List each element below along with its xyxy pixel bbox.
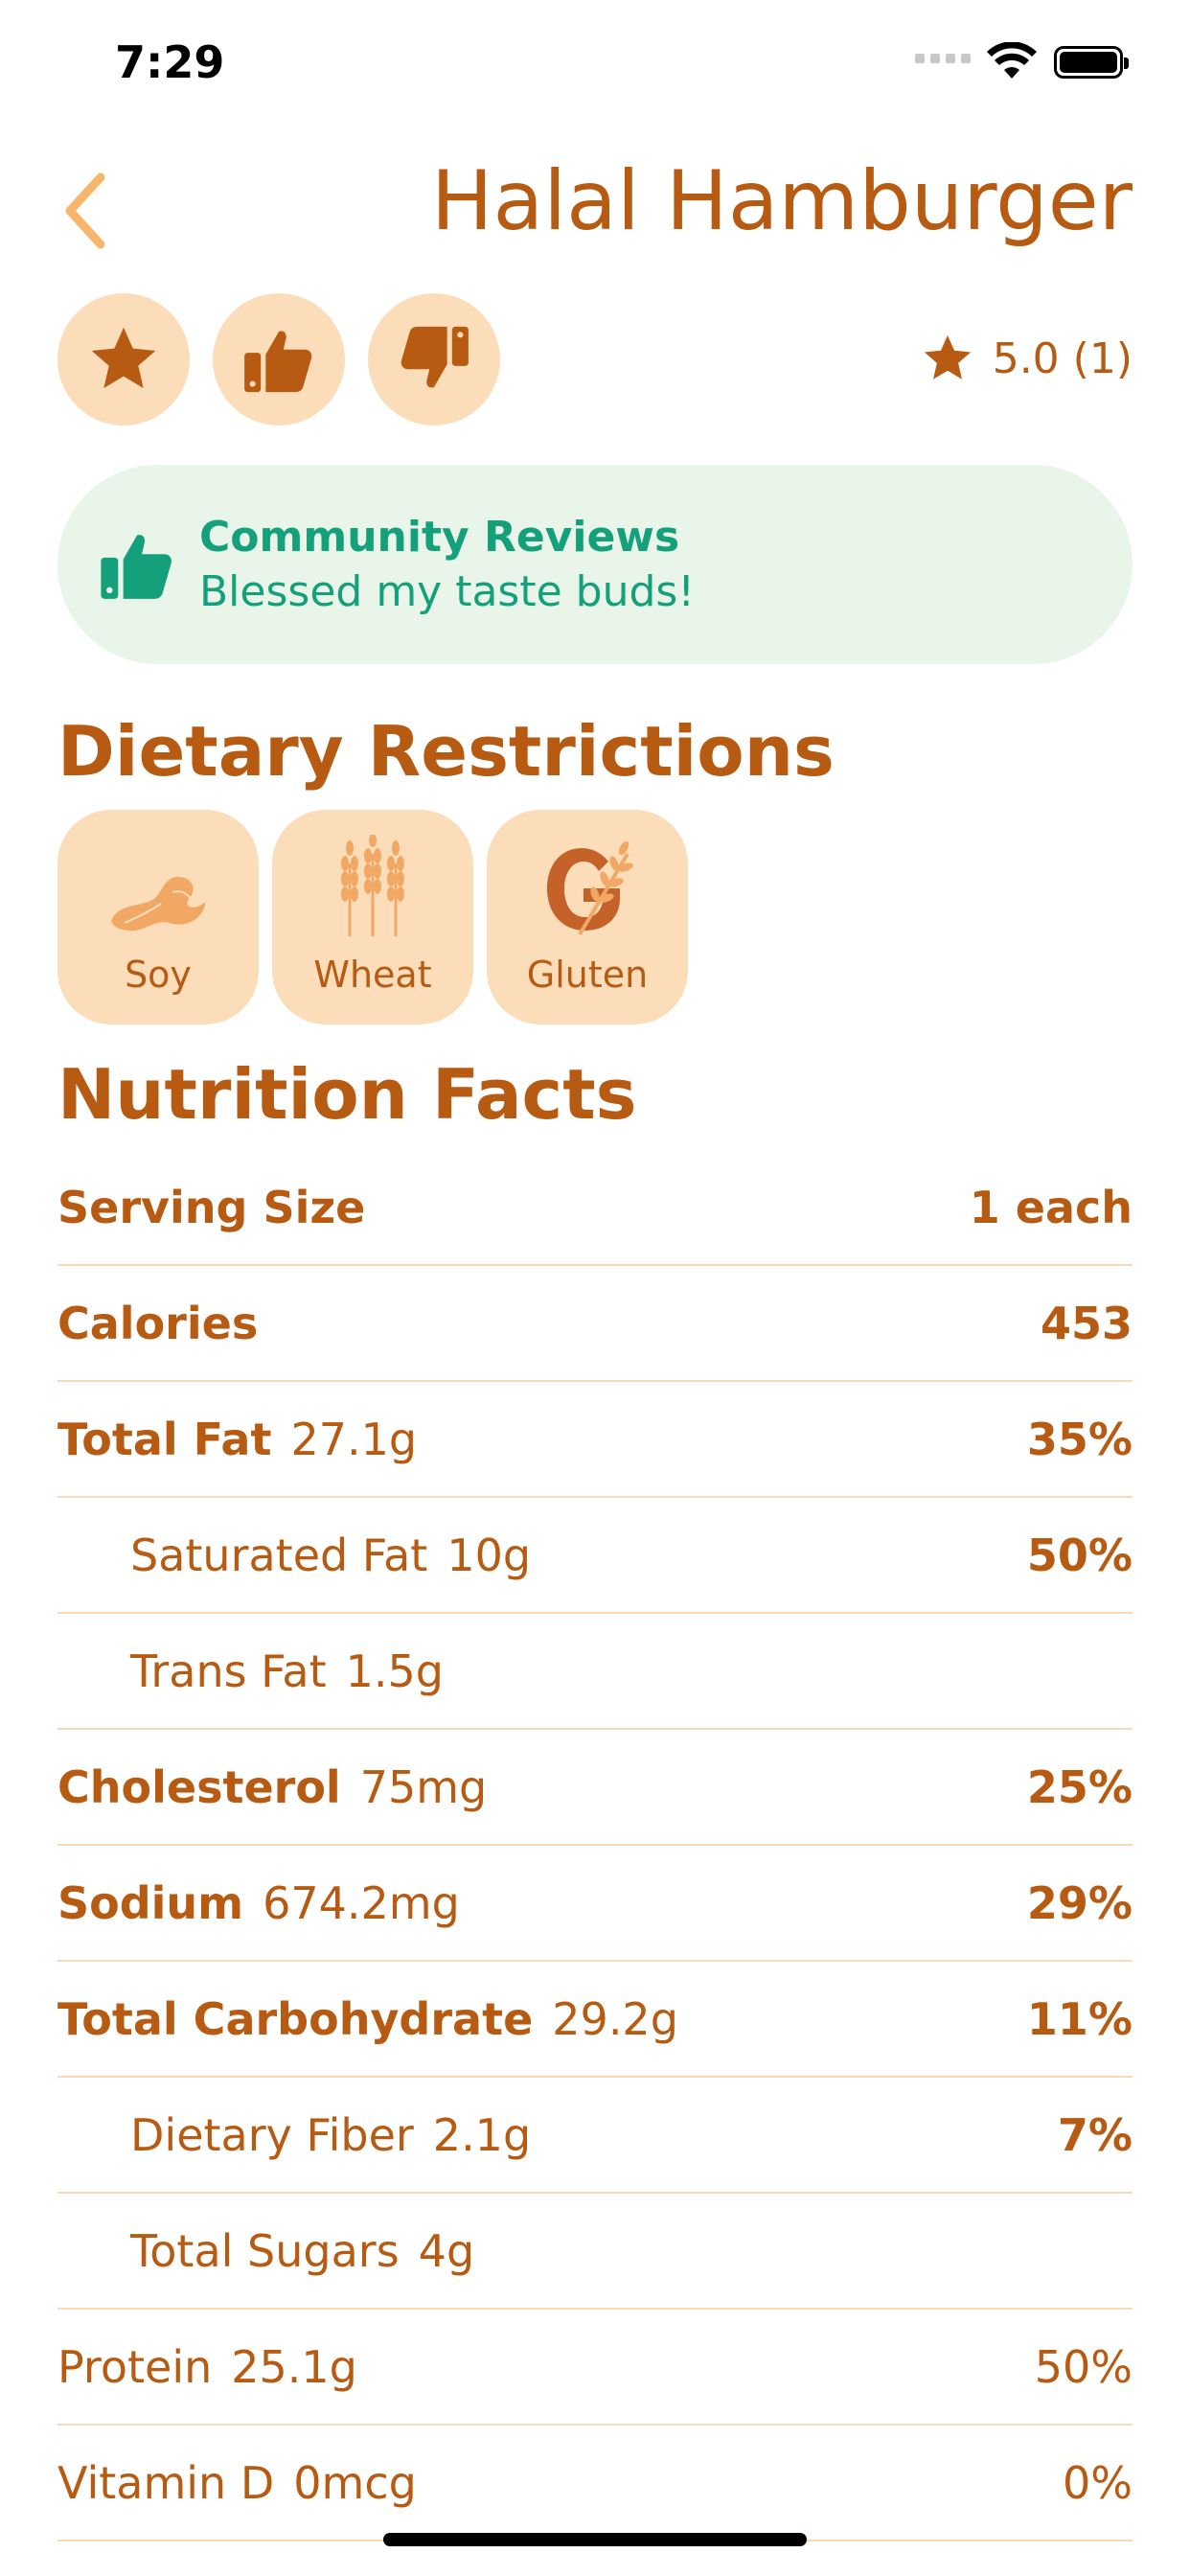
nutrition-row-protein: Protein 25.1g 50%: [57, 2310, 1133, 2426]
nutrient-amount: 2.1g: [432, 2108, 532, 2161]
battery-icon: [1054, 46, 1129, 79]
nutrition-row-saturated-fat: Saturated Fat 10g 50%: [57, 1498, 1133, 1614]
nutrient-percent: 11%: [1026, 1992, 1133, 2045]
page-title: Halal Hamburger: [430, 153, 1133, 249]
star-icon: [91, 327, 156, 388]
community-reviews-title: Community Reviews: [199, 513, 680, 562]
nutrition-row-dietary-fiber: Dietary Fiber 2.1g 7%: [57, 2078, 1133, 2194]
nutrient-amount: 674.2mg: [263, 1876, 460, 1929]
nutrient-label: Saturated Fat: [130, 1529, 428, 1581]
nutrition-row-trans-fat: Trans Fat 1.5g: [57, 1614, 1133, 1730]
thumbs-up-icon: [101, 535, 172, 599]
dietary-chip-label: Wheat: [313, 954, 432, 996]
nutrient-amount: 25.1g: [231, 2340, 357, 2393]
nutrient-percent: 7%: [1057, 2108, 1133, 2161]
nutrition-row-cholesterol: Cholesterol 75mg 25%: [57, 1730, 1133, 1846]
dietary-restrictions-list: Soy Wheat Gluten: [57, 810, 688, 1024]
nutrient-label: Total Carbohydrate: [57, 1992, 534, 2045]
dietary-chip-label: Gluten: [526, 954, 649, 996]
gluten-icon: [547, 840, 633, 936]
soy-icon: [111, 877, 205, 932]
nutrient-amount: 4g: [418, 2224, 475, 2277]
dietary-chip-soy[interactable]: Soy: [57, 810, 259, 1024]
dietary-chip-label: Soy: [125, 954, 192, 996]
nutrient-value: 453: [1040, 1297, 1133, 1349]
home-indicator[interactable]: [383, 2533, 807, 2546]
back-chevron-icon[interactable]: [53, 163, 120, 259]
nutrient-value: 1 each: [969, 1181, 1133, 1233]
rating-star-icon: [924, 334, 971, 380]
nutrition-row-vitamin-d: Vitamin D 0mcg 0%: [57, 2426, 1133, 2542]
nutrient-percent: 50%: [1034, 2340, 1133, 2393]
nutrient-label: Sodium: [57, 1876, 244, 1929]
dislike-button[interactable]: [368, 293, 500, 426]
thumbs-up-icon: [244, 331, 312, 393]
nutrition-row-total-carbohydrate: Total Carbohydrate 29.2g 11%: [57, 1962, 1133, 2078]
action-buttons: [57, 293, 500, 426]
nutrient-label: Calories: [57, 1297, 259, 1349]
nutrition-facts-table: Serving Size 1 each Calories 453 Total F…: [57, 1150, 1133, 2542]
thumbs-down-icon: [400, 326, 469, 388]
dietary-chip-wheat[interactable]: Wheat: [272, 810, 473, 1024]
wifi-icon: [987, 42, 1037, 79]
community-reviews-summary: Blessed my taste buds!: [199, 567, 695, 616]
community-reviews-card[interactable]: Community Reviews Blessed my taste buds!: [57, 465, 1133, 664]
nutrient-percent: 50%: [1026, 1529, 1133, 1581]
dietary-chip-gluten[interactable]: Gluten: [487, 810, 688, 1024]
nutrient-label: Vitamin D: [57, 2456, 275, 2509]
nutrition-row-total-fat: Total Fat 27.1g 35%: [57, 1382, 1133, 1498]
nutrient-label: Trans Fat: [130, 1644, 327, 1697]
nutrient-percent: 0%: [1063, 2456, 1133, 2509]
nutrient-percent: 29%: [1026, 1876, 1133, 1929]
nutrition-facts-heading: Nutrition Facts: [57, 1054, 637, 1135]
nutrient-amount: 75mg: [359, 1760, 488, 1813]
nutrient-percent: 35%: [1026, 1413, 1133, 1465]
nutrient-label: Serving Size: [57, 1181, 366, 1233]
nutrient-label: Protein: [57, 2340, 213, 2393]
nutrient-percent: 25%: [1026, 1760, 1133, 1813]
nutrient-amount: 0mcg: [293, 2456, 417, 2509]
nutrient-amount: 27.1g: [290, 1413, 418, 1465]
nutrient-amount: 29.2g: [552, 1992, 678, 2045]
nutrition-row-total-sugars: Total Sugars 4g: [57, 2194, 1133, 2310]
rating-text: 5.0 (1): [992, 334, 1133, 383]
status-time: 7:29: [115, 36, 225, 88]
favorite-button[interactable]: [57, 293, 190, 426]
rating-summary: 5.0 (1): [920, 331, 1133, 386]
nutrient-amount: 1.5g: [345, 1644, 445, 1697]
cellular-signal-icon: [915, 54, 971, 63]
wheat-icon: [341, 835, 404, 936]
nutrient-label: Total Fat: [57, 1413, 272, 1465]
dietary-restrictions-heading: Dietary Restrictions: [57, 711, 835, 792]
nutrient-label: Dietary Fiber: [130, 2108, 414, 2161]
status-bar: 7:29: [0, 0, 1190, 134]
nutrient-amount: 10g: [446, 1529, 532, 1581]
nutrient-label: Cholesterol: [57, 1760, 341, 1813]
nutrition-row-calories: Calories 453: [57, 1266, 1133, 1382]
nutrient-label: Total Sugars: [130, 2224, 400, 2277]
nutrition-row-serving-size: Serving Size 1 each: [57, 1150, 1133, 1266]
like-button[interactable]: [213, 293, 345, 426]
nutrition-row-sodium: Sodium 674.2mg 29%: [57, 1846, 1133, 1962]
